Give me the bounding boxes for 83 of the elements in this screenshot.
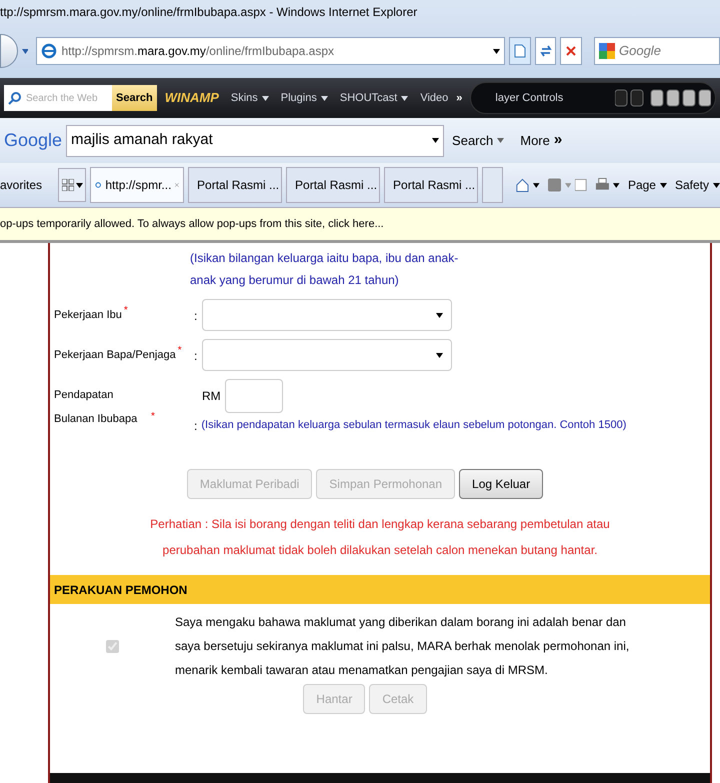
dropdown-caret-icon bbox=[401, 96, 408, 100]
dropdown-caret-icon bbox=[713, 182, 720, 188]
web-search-field[interactable]: Search the Web bbox=[4, 85, 112, 111]
section-header: PERAKUAN PEMOHON bbox=[50, 575, 710, 604]
player-label: layer Controls bbox=[495, 90, 564, 106]
required-marker: * bbox=[151, 410, 155, 424]
warning-text: Perhatian : Sila isi borang dengan teliti dan lengkap kerana sebarang pembetulan atau perubahan maklumat tidak boleh dilakukan setelah calon menekan butang hantar. bbox=[150, 517, 610, 557]
more-link[interactable]: More bbox=[520, 130, 550, 150]
declaration-text: Saya mengaku bahawa maklumat yang diberikan dalam borang ini adalah benar dan saya bersetuju sekiranya maklumat ini palsu, MARA berhak menolak permohonan ini, menarik kembali tawaran atau menamatkan pengajian saya di MRSM. bbox=[175, 614, 630, 679]
google-logo: Google bbox=[4, 129, 62, 152]
form-hint: (Isikan bilangan keluarga iaitu bapa, ibu dan anak-anak yang berumur di bawah 21 tahun) bbox=[190, 251, 458, 287]
dropdown-caret-icon bbox=[432, 138, 440, 143]
toolbar-menu[interactable]: Plugins bbox=[280, 90, 328, 106]
field-label: Pendapatan Bulanan Ibubapa bbox=[54, 388, 138, 427]
search-icon bbox=[8, 91, 22, 105]
dropdown-caret-icon bbox=[76, 182, 83, 188]
field-separator: : bbox=[194, 348, 198, 365]
close-icon bbox=[566, 46, 576, 56]
stop-button[interactable] bbox=[560, 37, 582, 65]
browser-tab[interactable]: Portal Rasmi ... bbox=[286, 167, 380, 203]
feed-icon[interactable] bbox=[548, 178, 561, 192]
web-search-input[interactable]: Search the Web bbox=[26, 90, 106, 106]
close-icon bbox=[175, 181, 180, 189]
address-url: http://spmrsm.mara.gov.my/online/frmIbubapa.aspx bbox=[61, 43, 336, 60]
new-tab-button[interactable] bbox=[482, 167, 503, 203]
browser-page-icon bbox=[41, 43, 58, 59]
toolbar-overflow[interactable]: » bbox=[456, 90, 462, 106]
currency-prefix: RM bbox=[202, 388, 221, 405]
back-button[interactable] bbox=[0, 34, 18, 68]
browser-tab[interactable]: http://spmr... bbox=[90, 167, 184, 203]
dropdown-caret-icon bbox=[660, 182, 667, 188]
quick-tabs-button[interactable] bbox=[58, 168, 86, 202]
form-hint: (Isikan pendapatan keluarga sebulan termasuk elaun sebelum potongan. Contoh 1500) bbox=[201, 418, 626, 433]
tab-label: Portal Rasmi ... bbox=[393, 177, 476, 194]
toolbar-menu[interactable]: Skins bbox=[230, 90, 269, 106]
field-separator: : bbox=[194, 418, 198, 435]
dropdown-field[interactable] bbox=[202, 339, 452, 371]
google-search-field[interactable]: majlis amanah rakyat bbox=[66, 124, 444, 156]
field-label: Pekerjaan Ibu bbox=[54, 308, 122, 323]
window-title: ttp://spmrsm.mara.gov.my/online/frmIbubapa.aspx - Windows Internet Explorer bbox=[0, 4, 418, 21]
page-icon bbox=[514, 44, 526, 58]
income-field[interactable] bbox=[224, 379, 283, 413]
search-field[interactable]: Google bbox=[594, 37, 720, 65]
address-field[interactable]: http://spmrsm.mara.gov.my/online/frmIbubapa.aspx bbox=[36, 37, 506, 65]
dropdown-caret-icon bbox=[497, 138, 504, 143]
dropdown-caret-icon bbox=[320, 96, 328, 100]
command-menu[interactable]: Page bbox=[628, 176, 667, 194]
dropdown-caret-icon bbox=[436, 352, 443, 358]
field-separator: : bbox=[194, 308, 198, 325]
required-marker: * bbox=[178, 344, 182, 358]
required-marker: * bbox=[124, 304, 128, 318]
tab-label: http://spmr... bbox=[105, 177, 172, 194]
dropdown-caret-icon bbox=[22, 48, 28, 54]
refresh-icon bbox=[540, 44, 552, 58]
browser-tab[interactable]: Portal Rasmi ... bbox=[188, 167, 282, 203]
dropdown-caret-icon bbox=[613, 182, 620, 188]
toolbar-menu[interactable]: Video bbox=[420, 90, 448, 106]
grid-icon bbox=[62, 179, 74, 191]
form-button[interactable]: Log Keluar bbox=[459, 469, 544, 499]
dropdown-caret-icon bbox=[564, 182, 572, 188]
dropdown-caret-icon bbox=[493, 48, 500, 54]
dropdown-caret-icon bbox=[436, 312, 443, 318]
colored-squares-icon bbox=[599, 43, 615, 59]
browser-tab[interactable]: Portal Rasmi ... bbox=[384, 167, 478, 203]
refresh-button[interactable] bbox=[534, 37, 556, 65]
tab-label: Portal Rasmi ... bbox=[197, 177, 280, 194]
home-icon[interactable] bbox=[514, 177, 530, 193]
compatibility-view-button[interactable] bbox=[509, 37, 531, 65]
more-arrows[interactable]: » bbox=[554, 129, 562, 152]
toolbar-menu[interactable]: SHOUTcast bbox=[340, 90, 408, 106]
field-label: Pekerjaan Bapa/Penjaga bbox=[54, 348, 176, 363]
command-menu[interactable]: Safety bbox=[674, 176, 720, 194]
tab-label: Portal Rasmi ... bbox=[295, 177, 378, 194]
search-query: majlis amanah rakyat bbox=[71, 130, 214, 150]
dropdown-field[interactable] bbox=[202, 299, 452, 331]
dropdown-caret-icon bbox=[533, 182, 540, 188]
mail-icon[interactable] bbox=[575, 179, 587, 191]
dropdown-caret-icon bbox=[262, 96, 269, 100]
winamp-logo: WINAMP bbox=[164, 89, 219, 108]
web-search-button[interactable]: Search bbox=[112, 85, 157, 111]
google-search-button[interactable]: Search bbox=[452, 130, 504, 150]
favorites-button[interactable]: avorites bbox=[0, 176, 42, 194]
engine-search-input[interactable]: Google bbox=[619, 41, 719, 61]
